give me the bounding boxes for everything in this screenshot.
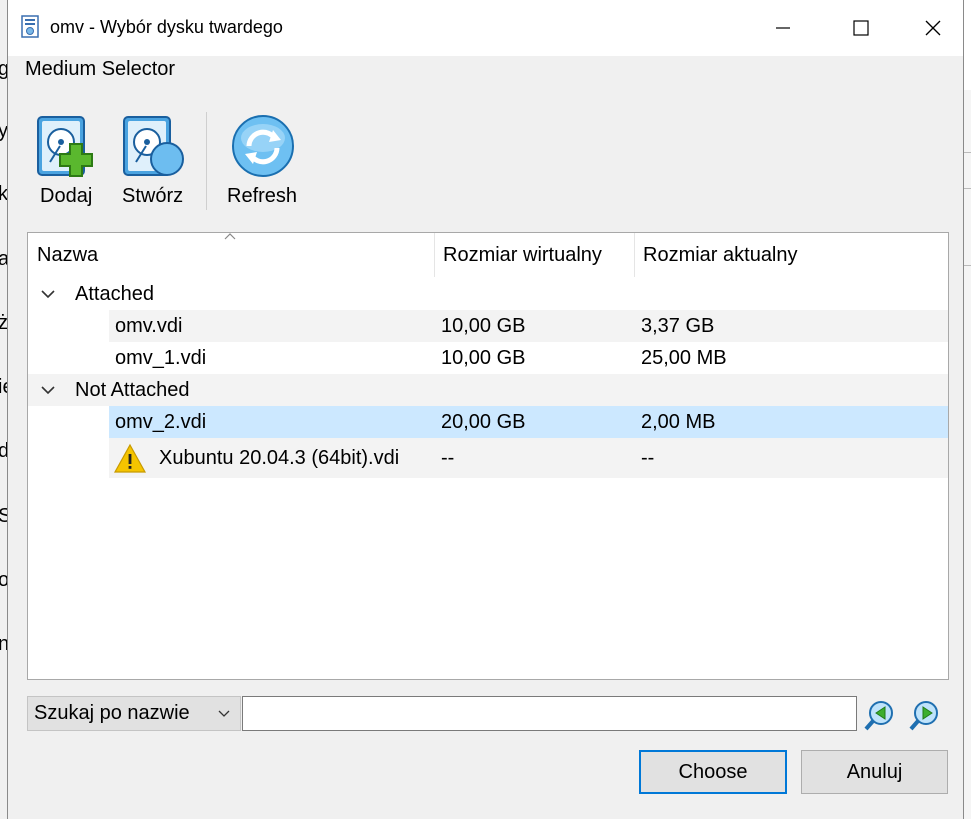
table-row[interactable]: omv_1.vdi 10,00 GB 25,00 MB [109, 342, 948, 374]
column-header-virtual-size[interactable]: Rozmiar wirtualny [443, 233, 602, 277]
window-title: omv - Wybór dysku twardego [50, 17, 283, 37]
minimize-icon [776, 27, 790, 29]
media-tree[interactable]: Nazwa Rozmiar wirtualny Rozmiar aktualny… [27, 232, 949, 680]
minimize-button[interactable] [747, 0, 819, 56]
search-previous-icon[interactable] [863, 698, 897, 732]
actual-size: 3,37 GB [641, 315, 715, 337]
column-divider[interactable] [434, 233, 435, 277]
actual-size: -- [641, 447, 655, 469]
warning-icon [113, 443, 147, 473]
search-input[interactable] [242, 696, 857, 731]
create-disk-label: Stwórz [122, 185, 184, 207]
column-divider[interactable] [634, 233, 635, 277]
column-header-name[interactable]: Nazwa [37, 233, 98, 277]
column-header-actual-size[interactable]: Rozmiar aktualny [643, 233, 798, 277]
refresh-label: Refresh [227, 185, 298, 207]
medium-name: omv_2.vdi [115, 411, 207, 433]
group-label: Not Attached [75, 379, 190, 401]
table-row[interactable]: Xubuntu 20.04.3 (64bit).vdi -- -- [109, 438, 948, 478]
cancel-button[interactable]: Anuluj [801, 750, 948, 794]
chevron-down-icon [218, 710, 230, 717]
choose-button[interactable]: Choose [639, 750, 787, 794]
create-disk-button[interactable]: Stwórz [118, 112, 196, 212]
virtual-size: 20,00 GB [441, 411, 526, 433]
maximize-button[interactable] [825, 0, 897, 56]
virtualbox-disk-icon [21, 15, 39, 38]
medium-name: omv_1.vdi [115, 347, 207, 369]
chevron-down-icon[interactable] [41, 386, 55, 395]
table-row-selected[interactable]: omv_2.vdi 20,00 GB 2,00 MB [109, 406, 948, 438]
create-disk-icon [123, 116, 184, 176]
actual-size: 2,00 MB [641, 411, 716, 433]
table-row[interactable]: omv.vdi 10,00 GB 3,37 GB [109, 310, 948, 342]
chevron-down-icon[interactable] [41, 290, 55, 299]
medium-name: Xubuntu 20.04.3 (64bit).vdi [159, 447, 400, 469]
actual-size: 25,00 MB [641, 347, 727, 369]
medium-name: omv.vdi [115, 315, 183, 337]
background-window-right [964, 90, 971, 819]
toolbar-separator [206, 112, 207, 210]
close-icon [925, 20, 941, 36]
dialog-heading: Medium Selector [25, 58, 176, 80]
group-row-attached[interactable]: Attached [28, 278, 948, 310]
virtual-size: -- [441, 447, 455, 469]
search-mode-select[interactable]: Szukaj po nazwie [27, 696, 241, 731]
add-disk-button[interactable]: Dodaj [32, 112, 102, 212]
refresh-icon [232, 115, 294, 177]
group-row-not-attached[interactable]: Not Attached [28, 374, 948, 406]
close-button[interactable] [897, 0, 969, 56]
medium-selector-dialog: omv - Wybór dysku twardego Medium Select… [7, 0, 964, 819]
virtual-size: 10,00 GB [441, 347, 526, 369]
search-mode-label: Szukaj po nazwie [34, 702, 190, 724]
group-label: Attached [75, 283, 154, 305]
maximize-icon [853, 20, 869, 36]
add-disk-icon [37, 116, 93, 177]
refresh-button[interactable]: Refresh [222, 112, 302, 212]
virtual-size: 10,00 GB [441, 315, 526, 337]
sort-ascending-icon [224, 233, 236, 240]
search-next-icon[interactable] [908, 698, 942, 732]
title-bar[interactable]: omv - Wybór dysku twardego [8, 0, 963, 56]
add-disk-label: Dodaj [40, 185, 93, 207]
